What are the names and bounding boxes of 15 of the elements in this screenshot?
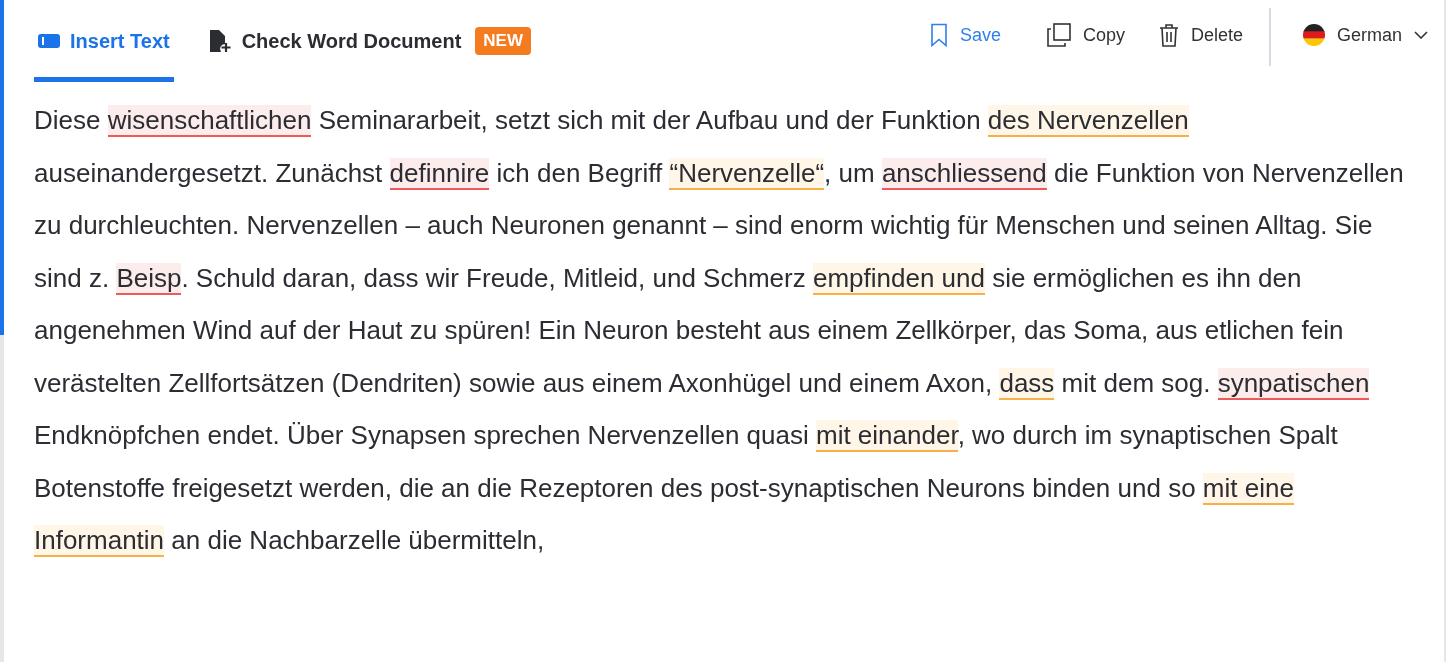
tab[interactable]: Insert Text xyxy=(34,0,174,82)
document-add-icon xyxy=(207,29,232,53)
copy-button[interactable]: Copy xyxy=(1046,23,1125,47)
trash-icon xyxy=(1158,23,1179,47)
chevron-down-icon xyxy=(1414,31,1428,39)
copy-icon xyxy=(1046,23,1071,47)
bookmark-icon xyxy=(929,23,948,47)
new-badge: NEW xyxy=(475,27,531,55)
flag-icon xyxy=(1302,24,1325,46)
tab[interactable]: Check Word Document NEW xyxy=(203,0,535,82)
text-field-icon xyxy=(38,34,60,48)
save-button[interactable]: Save xyxy=(929,23,1001,47)
delete-button[interactable]: Delete xyxy=(1158,23,1243,47)
document-text: Diese wisenschaftlichen Seminararbeit, setzt sich mit der Aufbau und der Funktion des Nervenzellen auseinandergesetzt. Zunächst definnire ich den Begriff “Nervenzelle“, um anschliessend die Funktion von Nervenzellen zu durchleuchten. Nervenzellen – auch Neuronen genannt – sind enorm wichtig für Menschen und seinen Alltag. Sie sind z. Beisp. Schuld daran, dass wir Freude, Mitleid, und Schmerz empfinden und sie ermöglichen es ihn den angenehmen Wind auf der Haut zu spüren! Ein Neuron besteht aus einem Zellkörper, das Soma, aus etlichen fein verästelten Zellfortsätzen (Dendriten) sowie aus einem Axonhügel und einem Axon, dass mit dem sog. synpatischen Endknöpfchen endet. Über Synapsen sprechen Nervenzellen quasi mit einander, wo durch im synaptischen Spalt Botenstoffe freigesetzt werden, die an die Rezeptoren des post-synaptischen Neurons binden und so mit eine Informantin an die Nachbarzelle übermitteln, xyxy=(34,104,1405,559)
language-dropdown[interactable]: German xyxy=(1296,0,1434,70)
